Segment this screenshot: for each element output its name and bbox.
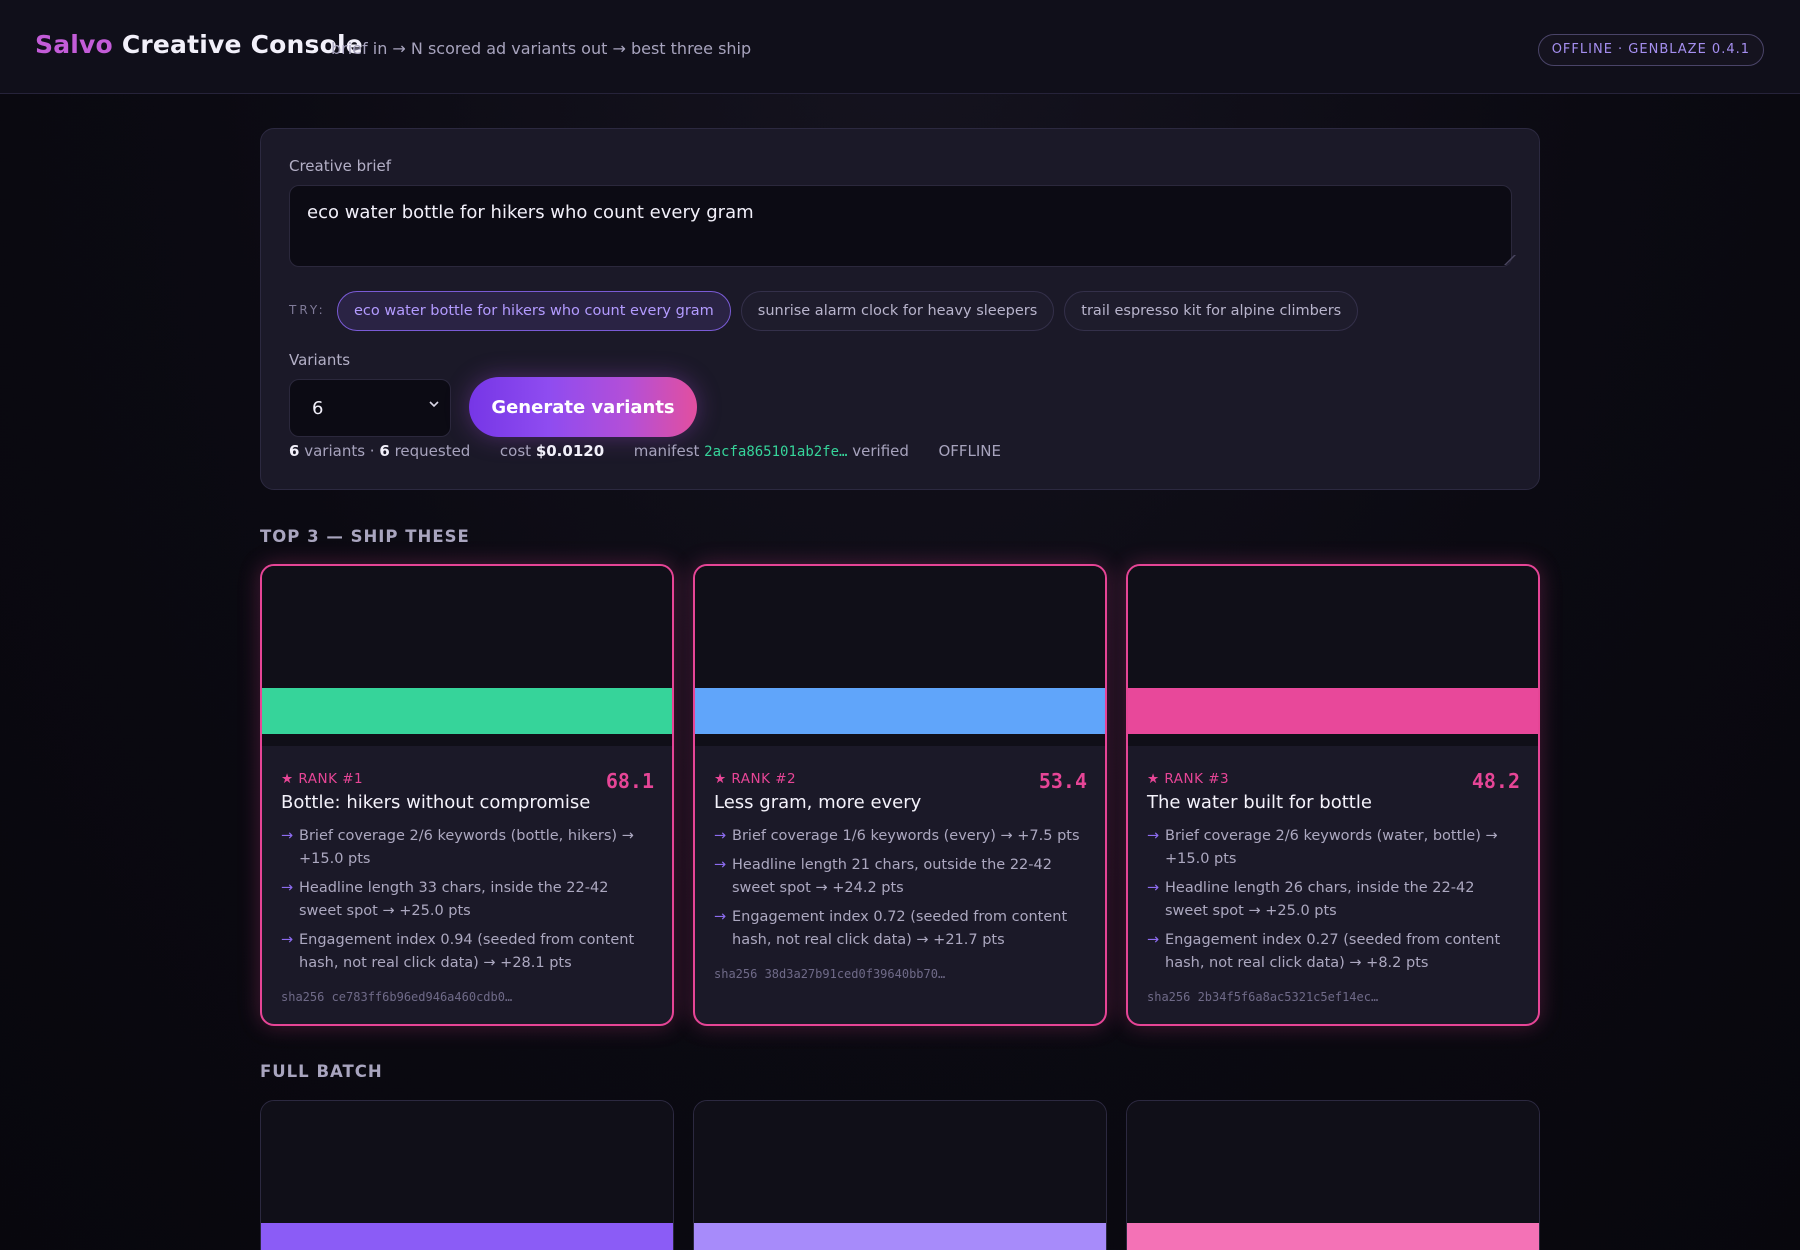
manifest-status: verified bbox=[852, 442, 909, 460]
brand-accent: Salvo bbox=[35, 30, 113, 59]
variant-preview bbox=[261, 1101, 673, 1250]
arrow-right-icon: → bbox=[1147, 828, 1160, 844]
chevron-down-icon bbox=[428, 398, 440, 414]
manifest-label: manifest bbox=[633, 442, 700, 460]
color-stripe bbox=[695, 688, 1105, 734]
brand-logo: Salvo Creative Console bbox=[35, 30, 363, 59]
variants-value: 6 bbox=[312, 398, 324, 419]
sha-hash: sha256 ce783ff6b96ed946a460cdb0… bbox=[281, 990, 513, 1004]
variant-headline: Less gram, more every bbox=[714, 792, 922, 813]
score-value: 48.2 bbox=[1471, 769, 1520, 793]
score-reasons: → Brief coverage 2/6 keywords (water, bot… bbox=[1147, 825, 1521, 981]
brief-panel: Creative brief eco water bottle for hike… bbox=[260, 128, 1540, 490]
list-item: → Brief coverage 2/6 keywords (water, bot… bbox=[1147, 825, 1521, 871]
color-stripe bbox=[261, 1223, 673, 1250]
list-item: → Brief coverage 1/6 keywords (every) → +… bbox=[714, 825, 1088, 848]
section-title-batch: FULL BATCH bbox=[260, 1062, 383, 1081]
list-item: → Headline length 33 chars, inside the 22… bbox=[281, 877, 655, 923]
batch-card-2[interactable] bbox=[693, 1100, 1107, 1250]
arrow-right-icon: → bbox=[281, 932, 294, 948]
reason-text: Brief coverage 2/6 keywords (bottle, hik… bbox=[299, 828, 634, 867]
list-item: → Engagement index 0.94 (seeded from cont… bbox=[281, 929, 655, 975]
batch-card-1[interactable] bbox=[260, 1100, 674, 1250]
color-stripe bbox=[1127, 1223, 1539, 1250]
star-icon: ★ bbox=[1147, 771, 1160, 787]
reason-text: Brief coverage 2/6 keywords (water, bott… bbox=[1165, 828, 1498, 867]
color-stripe bbox=[262, 688, 672, 734]
arrow-right-icon: → bbox=[1147, 932, 1160, 948]
example-chip-espresso[interactable]: trail espresso kit for alpine climbers bbox=[1064, 291, 1359, 331]
brand-name: Creative Console bbox=[121, 30, 363, 59]
variants-count: 6 bbox=[289, 442, 300, 460]
brief-label: Creative brief bbox=[289, 157, 392, 175]
color-stripe bbox=[1128, 688, 1538, 734]
list-item: → Headline length 21 chars, outside the 2… bbox=[714, 854, 1088, 900]
sha-hash: sha256 38d3a27b91ced0f39640bb70… bbox=[714, 967, 946, 981]
reason-text: Headline length 26 chars, inside the 22-… bbox=[1165, 880, 1475, 919]
app-tagline: brief in → N scored ad variants out → be… bbox=[331, 39, 752, 58]
reason-text: Headline length 33 chars, inside the 22-… bbox=[299, 880, 609, 919]
example-chips: eco water bottle for hikers who count ev… bbox=[337, 291, 1359, 331]
star-icon: ★ bbox=[281, 771, 294, 787]
example-chip-bottle[interactable]: eco water bottle for hikers who count ev… bbox=[337, 291, 731, 331]
list-item: → Headline length 26 chars, inside the 22… bbox=[1147, 877, 1521, 923]
generate-variants-button[interactable]: Generate variants bbox=[469, 377, 697, 437]
variant-preview bbox=[695, 566, 1105, 746]
variants-word: variants · bbox=[304, 442, 375, 460]
batch-stats: 6 variants · 6 requested cost $0.0120 ma… bbox=[289, 442, 1001, 460]
variant-card-rank-1[interactable]: ★ RANK #1 68.1 Bottle: hikers without co… bbox=[260, 564, 674, 1026]
arrow-right-icon: → bbox=[281, 828, 294, 844]
cost-value: $0.0120 bbox=[535, 442, 605, 460]
variant-headline: The water built for bottle bbox=[1147, 792, 1372, 813]
score-value: 68.1 bbox=[605, 769, 654, 793]
reason-text: Engagement index 0.27 (seeded from conte… bbox=[1165, 932, 1501, 971]
rank-label: ★ RANK #2 bbox=[714, 771, 796, 787]
arrow-right-icon: → bbox=[714, 857, 727, 873]
mode-label: OFFLINE bbox=[938, 442, 1001, 460]
example-chip-alarm[interactable]: sunrise alarm clock for heavy sleepers bbox=[740, 291, 1055, 331]
variant-preview bbox=[262, 566, 672, 746]
reason-text: Engagement index 0.72 (seeded from conte… bbox=[732, 909, 1068, 948]
arrow-right-icon: → bbox=[714, 828, 727, 844]
rank-text: RANK #1 bbox=[298, 771, 364, 787]
app-header: Salvo Creative Console brief in → N scor… bbox=[0, 0, 1800, 94]
arrow-right-icon: → bbox=[281, 880, 294, 896]
list-item: → Brief coverage 2/6 keywords (bottle, hi… bbox=[281, 825, 655, 871]
try-label: TRY: bbox=[289, 303, 326, 317]
cost-label: cost bbox=[499, 442, 532, 460]
rank-text: RANK #2 bbox=[731, 771, 797, 787]
variant-preview bbox=[1127, 1101, 1539, 1250]
requested-word: requested bbox=[394, 442, 471, 460]
status-badge: OFFLINE · GENBLAZE 0.4.1 bbox=[1537, 34, 1764, 66]
reason-text: Brief coverage 1/6 keywords (every) → +7… bbox=[732, 828, 1080, 844]
brief-input[interactable]: eco water bottle for hikers who count ev… bbox=[289, 185, 1512, 267]
reason-text: Headline length 21 chars, outside the 22… bbox=[732, 857, 1052, 896]
score-value: 53.4 bbox=[1038, 769, 1087, 793]
score-reasons: → Brief coverage 1/6 keywords (every) → +… bbox=[714, 825, 1088, 958]
list-item: → Engagement index 0.72 (seeded from cont… bbox=[714, 906, 1088, 952]
star-icon: ★ bbox=[714, 771, 727, 787]
arrow-right-icon: → bbox=[714, 909, 727, 925]
batch-card-3[interactable] bbox=[1126, 1100, 1540, 1250]
arrow-right-icon: → bbox=[1147, 880, 1160, 896]
manifest-hash: 2acfa865101ab2fe… bbox=[704, 444, 848, 460]
score-reasons: → Brief coverage 2/6 keywords (bottle, hi… bbox=[281, 825, 655, 981]
variant-card-rank-2[interactable]: ★ RANK #2 53.4 Less gram, more every → Br… bbox=[693, 564, 1107, 1026]
variants-select[interactable]: 6 bbox=[289, 379, 451, 437]
rank-label: ★ RANK #3 bbox=[1147, 771, 1229, 787]
variant-card-rank-3[interactable]: ★ RANK #3 48.2 The water built for bottl… bbox=[1126, 564, 1540, 1026]
variant-preview bbox=[694, 1101, 1106, 1250]
variants-label: Variants bbox=[289, 351, 351, 369]
color-stripe bbox=[694, 1223, 1106, 1250]
sha-hash: sha256 2b34f5f6a8ac5321c5ef14ec… bbox=[1147, 990, 1379, 1004]
list-item: → Engagement index 0.27 (seeded from cont… bbox=[1147, 929, 1521, 975]
rank-label: ★ RANK #1 bbox=[281, 771, 363, 787]
rank-text: RANK #3 bbox=[1164, 771, 1230, 787]
variant-preview bbox=[1128, 566, 1538, 746]
reason-text: Engagement index 0.94 (seeded from conte… bbox=[299, 932, 635, 971]
section-title-top: TOP 3 — SHIP THESE bbox=[260, 527, 470, 546]
variant-headline: Bottle: hikers without compromise bbox=[281, 792, 591, 813]
requested-count: 6 bbox=[379, 442, 390, 460]
